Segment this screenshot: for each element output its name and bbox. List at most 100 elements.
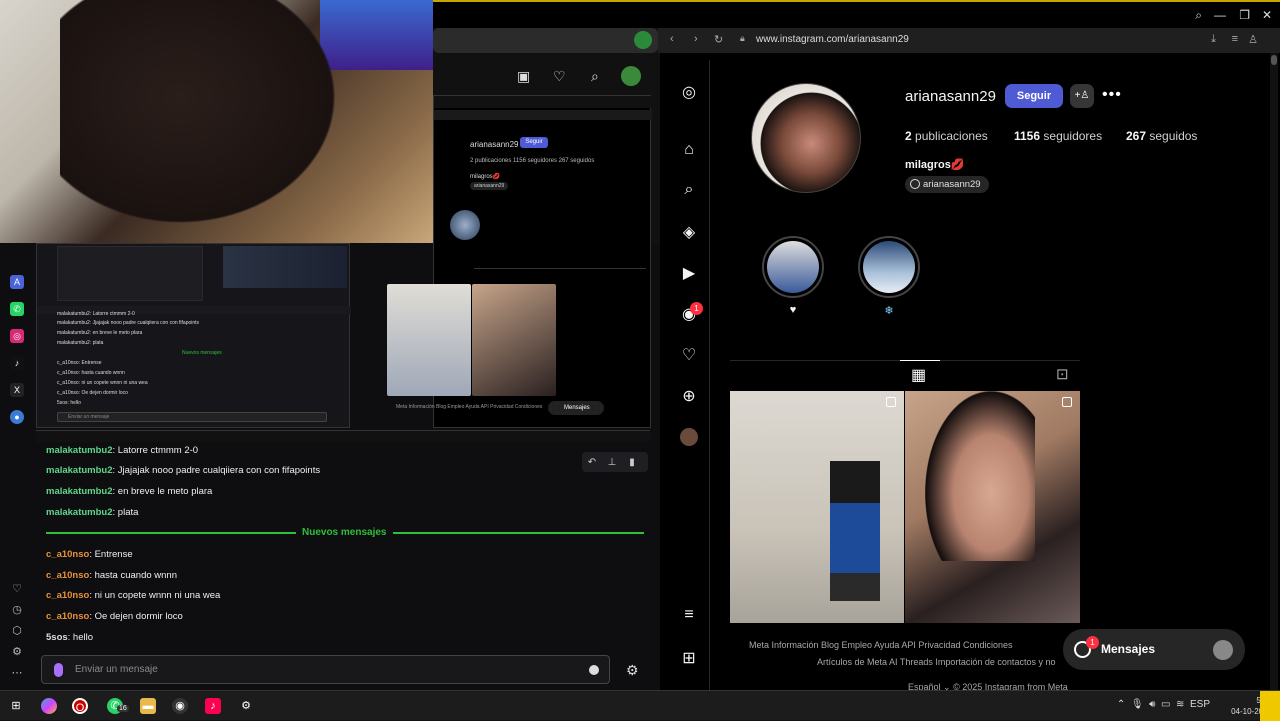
emoji-icon[interactable]	[589, 665, 599, 675]
carousel-icon	[886, 397, 896, 407]
instagram-logo-icon[interactable]: ◎	[680, 82, 698, 102]
url-text[interactable]: www.instagram.com/arianasann29	[756, 34, 909, 45]
delete-icon[interactable]: ▮	[622, 453, 642, 473]
chat-message: malakatumbu2: Latorre ctmmm 2-0	[46, 445, 198, 456]
nested-follow-button[interactable]: Seguir	[520, 137, 548, 148]
reload-icon[interactable]: ↻	[714, 33, 723, 46]
page-scrollbar[interactable]	[1270, 53, 1278, 690]
forward-icon[interactable]: ›	[694, 33, 698, 45]
more-menu-icon[interactable]: ≡	[680, 606, 698, 624]
download-icon[interactable]: ⤓	[1211, 33, 1216, 46]
whatsapp-icon[interactable]: ✆	[10, 302, 24, 316]
explore-icon[interactable]: ◈	[680, 222, 698, 242]
network-icon[interactable]: ▭	[1161, 699, 1170, 710]
nested-chat-input: Enviar un mensaje	[57, 412, 327, 422]
maximize-icon[interactable]: ❐	[1239, 8, 1250, 22]
chat-message: malakatumbu2: plata	[46, 507, 138, 518]
folder-icon[interactable]: ▬	[140, 698, 156, 714]
chat-text: : hello	[67, 632, 94, 643]
profile-icon[interactable]: ♙	[1248, 33, 1258, 46]
scroll-thumb[interactable]	[1271, 55, 1277, 65]
reels-icon[interactable]: ▶	[680, 263, 698, 283]
chat-message: c_a10nso: hasta cuando wnnn	[46, 570, 177, 581]
posts-stat: 2 publicaciones	[905, 129, 988, 143]
pin-icon[interactable]: ⊥	[602, 453, 622, 473]
settings-icon[interactable]: ⚙	[238, 698, 254, 714]
tiktok-icon[interactable]: ♪	[10, 356, 24, 370]
back-icon[interactable]: ‹	[670, 33, 674, 45]
cube-icon[interactable]: ⬡	[6, 624, 28, 645]
notifications-heart-icon[interactable]: ♡	[680, 345, 698, 365]
chat-username[interactable]: malakatumbu2	[46, 486, 113, 497]
chat-username[interactable]: c_a10nso	[46, 570, 89, 581]
archive-icon[interactable]: ▣	[517, 68, 530, 85]
chat-input[interactable]: Enviar un mensaje	[41, 655, 610, 684]
chat-username[interactable]: c_a10nso	[46, 549, 89, 560]
more-icon[interactable]: ⋯	[6, 666, 28, 687]
close-icon[interactable]: ✕	[1262, 8, 1272, 22]
reply-icon[interactable]: ↶	[582, 453, 602, 473]
chrome-icon[interactable]: ◉	[172, 698, 188, 714]
chat-text: : en breve le meto plara	[112, 486, 213, 497]
followers-stat[interactable]: 1156 seguidores	[1014, 129, 1102, 143]
chat-username[interactable]: malakatumbu2	[46, 445, 113, 456]
chat-text: : Oe dejen dormir loco	[89, 611, 183, 622]
meta-apps-icon[interactable]: ⊞	[680, 648, 698, 668]
footer-links[interactable]: Artículos de Meta AI Threads Importación…	[817, 657, 1055, 667]
address-bar[interactable]: ‹ › ↻ 🔒︎ www.instagram.com/arianasann29 …	[658, 28, 1280, 53]
x-icon[interactable]: X	[10, 383, 24, 397]
music-icon[interactable]: ●	[10, 410, 24, 424]
notification-icon[interactable]	[1260, 691, 1280, 721]
mic-icon[interactable]	[54, 663, 63, 677]
bio-name: milagros💋	[905, 159, 965, 171]
extension-icon[interactable]	[634, 31, 652, 49]
chat-settings-gear-icon[interactable]: ⚙	[626, 662, 639, 679]
chat-username[interactable]: c_a10nso	[46, 590, 89, 601]
instagram-icon[interactable]: ◎	[10, 329, 24, 343]
heart-icon[interactable]: ♡	[6, 582, 28, 603]
post-thumbnail[interactable]	[730, 391, 904, 623]
story-highlight[interactable]	[858, 236, 920, 298]
language-indicator[interactable]: ESP	[1190, 699, 1210, 710]
minimize-icon[interactable]: —	[1214, 8, 1226, 22]
nested-stats: 2 publicaciones 1156 seguidores 267 segu…	[470, 158, 595, 164]
chat-input-placeholder: Enviar un mensaje	[75, 664, 158, 675]
following-stat[interactable]: 267 seguidos	[1126, 129, 1197, 143]
post-thumbnail[interactable]	[905, 391, 1080, 623]
story-highlight[interactable]	[762, 236, 824, 298]
more-options-icon[interactable]: •••	[1102, 86, 1122, 104]
footer-links[interactable]: Meta Información Blog Empleo Ayuda API P…	[749, 640, 1012, 650]
chat-username[interactable]: malakatumbu2	[46, 507, 113, 518]
chevron-up-icon[interactable]: ⌃	[1117, 699, 1125, 710]
mic-icon[interactable]: 🎙︎	[1131, 699, 1144, 710]
search-icon[interactable]: ⌕	[1195, 8, 1202, 23]
chat-username[interactable]: 5sos	[46, 632, 68, 643]
post-figure	[925, 391, 1035, 561]
volume-icon[interactable]: 🔊︎	[1149, 699, 1155, 710]
heart-icon[interactable]: ♡	[553, 68, 566, 85]
suggest-user-icon[interactable]: +♙	[1070, 84, 1094, 108]
follow-button[interactable]: Seguir	[1005, 84, 1063, 108]
posts-grid-tab-icon[interactable]: ▦	[911, 365, 926, 385]
tiktok-icon[interactable]: ♪	[205, 698, 221, 714]
avatar-icon[interactable]	[621, 66, 641, 86]
messages-button[interactable]: 1 Mensajes	[1063, 629, 1245, 670]
profile-avatar-icon[interactable]	[680, 428, 698, 446]
search-icon[interactable]: ⌕	[591, 68, 599, 85]
gear-icon[interactable]: ⚙	[6, 645, 28, 666]
app-icon[interactable]: A	[10, 275, 24, 289]
chat-username[interactable]: c_a10nso	[46, 611, 89, 622]
opera-icon[interactable]: O	[72, 698, 88, 714]
search-icon[interactable]: ⌕	[680, 181, 698, 199]
chat-username[interactable]: malakatumbu2	[46, 465, 113, 476]
clock-icon[interactable]: ◷	[6, 603, 28, 624]
create-icon[interactable]: ⊕	[680, 386, 698, 406]
tagged-tab-icon[interactable]: ⊡	[1056, 365, 1069, 383]
start-icon[interactable]: ⊞	[8, 698, 24, 714]
threads-badge[interactable]: arianasann29	[905, 176, 989, 193]
copilot-icon[interactable]	[41, 698, 57, 714]
profile-avatar[interactable]	[751, 83, 861, 193]
wifi-icon[interactable]: ≋	[1176, 699, 1184, 710]
menu-icon[interactable]: ≡	[1232, 33, 1238, 45]
home-icon[interactable]: ⌂	[680, 141, 698, 159]
